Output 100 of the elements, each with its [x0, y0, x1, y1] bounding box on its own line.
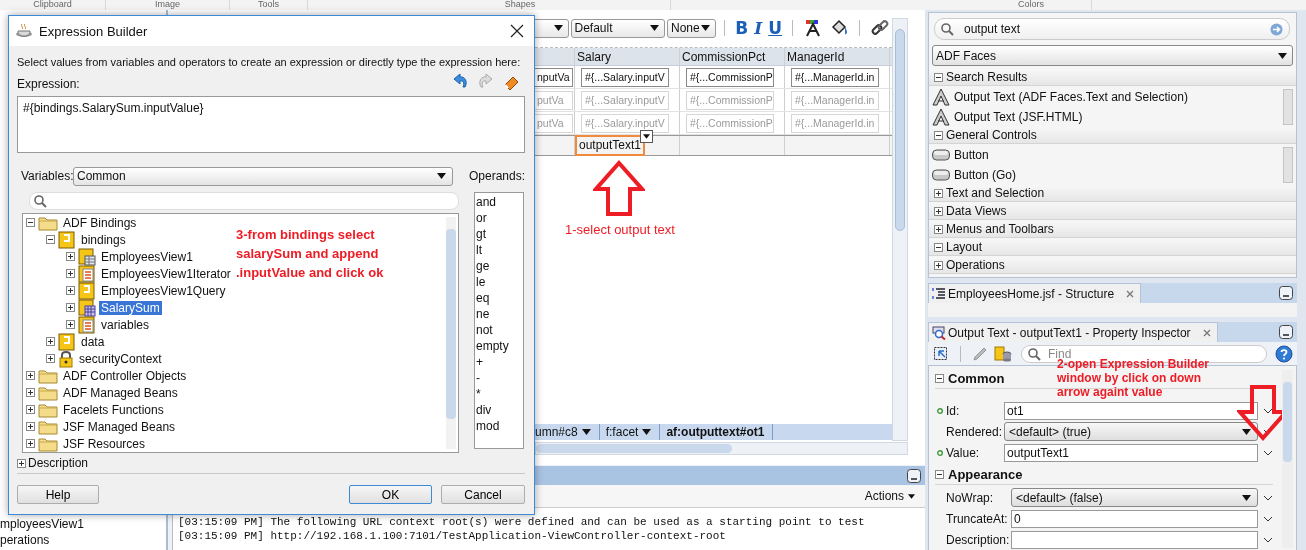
format-button[interactable]: U: [766, 18, 785, 38]
section-header[interactable]: Appearance: [935, 465, 1023, 484]
plus-box-icon[interactable]: [934, 224, 943, 234]
tree-item[interactable]: ADF Controller Objects: [61, 368, 189, 383]
tree-item[interactable]: JSF Managed Beans: [61, 419, 178, 434]
property-dropdown[interactable]: <default> (false): [1011, 488, 1258, 507]
chevron-down-icon[interactable]: [1263, 407, 1273, 414]
tree-item[interactable]: EmployeesView1Query: [99, 283, 228, 298]
input-field[interactable]: #{...CommissionP: [686, 67, 774, 87]
description-toggle[interactable]: Description: [17, 456, 525, 470]
tree-item[interactable]: ADF Managed Beans: [61, 385, 180, 400]
minus-box-icon[interactable]: [935, 374, 944, 383]
operand-item[interactable]: ge: [475, 258, 523, 274]
plus-box-icon[interactable]: [934, 188, 943, 198]
input-field[interactable]: #{...ManagerId.in: [791, 67, 879, 87]
input-field[interactable]: #{...Salary.inputV: [581, 67, 669, 87]
plus-box-icon[interactable]: [66, 303, 75, 312]
database-icon[interactable]: [994, 345, 1012, 362]
plus-box-icon[interactable]: [26, 371, 35, 380]
property-field[interactable]: outputText1: [1004, 443, 1258, 462]
tree-item[interactable]: Facelets Functions: [61, 402, 166, 417]
tree-item[interactable]: EmployeesView1: [99, 249, 195, 264]
palette-section-header[interactable]: Data Views: [929, 203, 1296, 220]
scrollbar[interactable]: [1282, 370, 1293, 548]
scrollbar[interactable]: [535, 442, 908, 455]
panel-tab[interactable]: EmployeesHome.jsf - Structure: [928, 283, 1142, 303]
plus-box-icon[interactable]: [934, 260, 943, 270]
operand-item[interactable]: ne: [475, 306, 523, 322]
operand-item[interactable]: empty: [475, 338, 523, 354]
plus-box-icon[interactable]: [66, 269, 75, 278]
palette-section-header[interactable]: General Controls: [929, 127, 1296, 144]
tree-item[interactable]: EmployeesView1Iterator: [99, 266, 233, 281]
property-field[interactable]: [1011, 530, 1258, 549]
scrollbar[interactable]: [892, 18, 908, 441]
actions-menu[interactable]: Actions: [864, 489, 915, 503]
paint-bucket-icon[interactable]: [830, 19, 848, 37]
format-button[interactable]: I: [752, 18, 765, 38]
plus-box-icon[interactable]: [66, 286, 75, 295]
palette-section-header[interactable]: Layout: [929, 239, 1296, 256]
plus-box-icon[interactable]: [26, 388, 35, 397]
plus-box-icon[interactable]: [66, 320, 75, 329]
plus-box-icon[interactable]: [46, 354, 55, 363]
palette-section-header[interactable]: Menus and Toolbars: [929, 221, 1296, 238]
style-dropdown[interactable]: Default: [570, 18, 665, 38]
dropdown-button[interactable]: [640, 130, 653, 143]
chevron-down-icon[interactable]: [1263, 515, 1273, 522]
help-icon[interactable]: [1275, 344, 1293, 363]
input-field[interactable]: nputVa: [533, 67, 573, 87]
tree-item[interactable]: data: [79, 334, 107, 349]
operand-item[interactable]: gt: [475, 226, 523, 242]
minimize-icon[interactable]: [1279, 325, 1293, 339]
property-field[interactable]: ot1: [1004, 401, 1258, 420]
operand-item[interactable]: mod: [475, 418, 523, 434]
minus-box-icon[interactable]: [26, 218, 35, 227]
palette-item[interactable]: Output Text (ADF Faces.Text and Selection): [929, 87, 1280, 107]
operand-item[interactable]: -: [475, 370, 523, 386]
palette-section-header[interactable]: Search Results: [929, 69, 1296, 86]
palette-item[interactable]: Output Text (JSF.HTML): [929, 107, 1280, 127]
minimize-icon[interactable]: [907, 468, 921, 483]
minimize-icon[interactable]: [1279, 286, 1293, 300]
operand-item[interactable]: div: [475, 402, 523, 418]
chevron-down-icon[interactable]: [1263, 536, 1273, 543]
section-header[interactable]: Common: [935, 369, 1005, 388]
operand-item[interactable]: and: [475, 194, 523, 210]
minus-box-icon[interactable]: [934, 242, 943, 252]
minus-box-icon[interactable]: [934, 72, 943, 82]
chevron-down-icon[interactable]: [1263, 494, 1273, 501]
property-dropdown[interactable]: <default> (true): [1004, 422, 1258, 441]
variables-dropdown[interactable]: Common: [73, 166, 453, 186]
undo-icon[interactable]: [451, 73, 469, 91]
output-text[interactable]: outputText1: [575, 135, 646, 156]
scrollbar[interactable]: [1283, 147, 1293, 183]
breadcrumb[interactable]: f:facet: [605, 424, 661, 440]
palette-item[interactable]: Button: [929, 145, 1280, 165]
panel-tab[interactable]: Output Text - outputText1 - Property Inspector: [928, 322, 1218, 342]
plus-box-icon[interactable]: [66, 252, 75, 261]
plus-box-icon[interactable]: [46, 337, 55, 346]
tree-item[interactable]: SalarySum: [99, 300, 162, 315]
plus-box-icon[interactable]: [934, 206, 943, 216]
close-icon[interactable]: [510, 24, 524, 38]
text-color-icon[interactable]: [804, 19, 822, 37]
minus-box-icon[interactable]: [46, 235, 55, 244]
plus-box-icon[interactable]: [26, 439, 35, 448]
format-button[interactable]: B: [733, 18, 751, 38]
operand-item[interactable]: not: [475, 322, 523, 338]
structure-item[interactable]: perations: [0, 532, 166, 548]
operand-item[interactable]: lt: [475, 242, 523, 258]
scrollbar[interactable]: [446, 217, 456, 449]
plus-box-icon[interactable]: [26, 422, 35, 431]
minus-box-icon[interactable]: [935, 470, 944, 479]
search-field[interactable]: [29, 192, 459, 210]
style-dropdown[interactable]: None: [667, 18, 717, 38]
expression-field[interactable]: #{bindings.SalarySum.inputValue}: [17, 96, 525, 153]
palette-section-header[interactable]: Text and Selection: [929, 185, 1296, 202]
chevron-down-icon[interactable]: [1263, 449, 1273, 456]
library-dropdown[interactable]: ADF Faces: [932, 45, 1293, 66]
ok-button[interactable]: OK: [349, 485, 432, 504]
select-box-icon[interactable]: [933, 345, 949, 362]
operand-item[interactable]: eq: [475, 290, 523, 306]
palette-item[interactable]: Button (Go): [929, 165, 1280, 185]
